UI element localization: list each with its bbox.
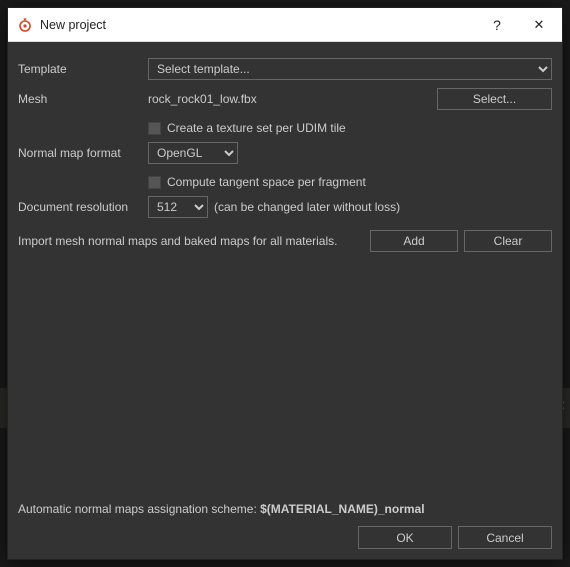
normal-format-label: Normal map format — [18, 146, 148, 160]
import-maps-label: Import mesh normal maps and baked maps f… — [18, 234, 364, 248]
tangent-checkbox-label: Compute tangent space per fragment — [167, 175, 366, 189]
template-label: Template — [18, 62, 148, 76]
new-project-dialog: New project ? ✕ Template Select template… — [7, 7, 563, 560]
mesh-filename: rock_rock01_low.fbx — [148, 92, 437, 106]
mesh-select-button[interactable]: Select... — [437, 88, 552, 110]
ok-button[interactable]: OK — [358, 526, 452, 549]
dialog-content: Template Select template... Mesh rock_ro… — [8, 42, 562, 559]
cancel-button[interactable]: Cancel — [458, 526, 552, 549]
udim-checkbox[interactable] — [148, 122, 161, 135]
normal-format-select[interactable]: OpenGL — [148, 142, 238, 164]
scheme-text: Automatic normal maps assignation scheme… — [18, 502, 552, 516]
resolution-select[interactable]: 512 — [148, 196, 208, 218]
tangent-checkbox[interactable] — [148, 176, 161, 189]
add-button[interactable]: Add — [370, 230, 458, 252]
resolution-label: Document resolution — [18, 200, 148, 214]
template-select[interactable]: Select template... — [148, 58, 552, 80]
mesh-label: Mesh — [18, 92, 148, 106]
resolution-note: (can be changed later without loss) — [214, 200, 400, 214]
titlebar: New project ? ✕ — [8, 8, 562, 42]
udim-checkbox-label: Create a texture set per UDIM tile — [167, 121, 346, 135]
help-button[interactable]: ? — [476, 9, 518, 41]
clear-button[interactable]: Clear — [464, 230, 552, 252]
close-button[interactable]: ✕ — [518, 9, 560, 41]
app-icon — [16, 16, 34, 34]
dialog-title: New project — [40, 18, 476, 32]
